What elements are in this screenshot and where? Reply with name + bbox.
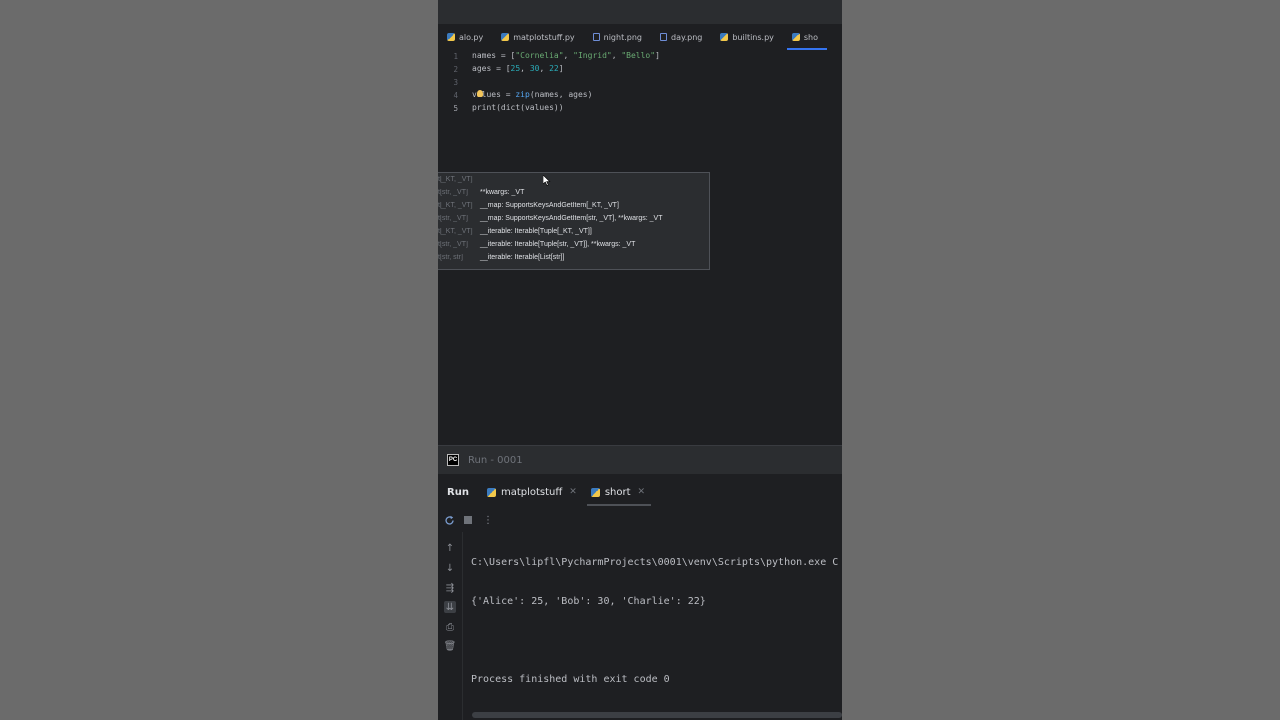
python-file-icon <box>447 33 455 41</box>
tab-label: builtins.py <box>732 32 774 42</box>
run-tab-matplotstuff[interactable]: matplotstuff ✕ <box>486 478 577 506</box>
code-line-5: print(dict(values)) <box>472 103 564 112</box>
rerun-icon[interactable] <box>443 514 455 526</box>
popup-row: t[_KT, _VT] __map: SupportsKeysAndGetItem… <box>438 202 619 209</box>
run-tab-bar: Run matplotstuff ✕ short ✕ <box>438 478 842 506</box>
image-file-icon <box>660 33 667 41</box>
console-line: Process finished with exit code 0 <box>471 674 670 685</box>
run-tool-window-header: PC Run - 0001 <box>438 445 842 474</box>
code-line-4: values = zip(names, ages) <box>472 90 593 99</box>
more-options-icon[interactable]: ⋮ <box>483 515 493 526</box>
popup-row: t[_KT, _VT] <box>438 176 473 183</box>
close-icon[interactable]: ✕ <box>638 487 646 497</box>
console-line: C:\Users\lipfl\PycharmProjects\0001\venv… <box>471 557 839 568</box>
console-output[interactable]: C:\Users\lipfl\PycharmProjects\0001\venv… <box>471 535 838 713</box>
popup-row: t[str, _VT] __map: SupportsKeysAndGetItem… <box>438 215 663 222</box>
stop-icon[interactable] <box>463 515 473 525</box>
scroll-to-end-icon[interactable]: ⇊ <box>444 601 456 613</box>
editor-tab-bar: alo.py matplotstuff.py night.png day.png… <box>438 24 842 51</box>
line-number: 4 <box>453 91 458 100</box>
title-bar <box>438 0 842 24</box>
popup-row: t[str, _VT] __iterable: Iterable[Tuple[st… <box>438 241 636 248</box>
popup-row: t[str, _VT] **kwargs: _VT <box>438 189 525 196</box>
run-label: Run <box>447 486 469 498</box>
python-file-icon <box>720 33 729 41</box>
tab-night[interactable]: night.png <box>584 24 651 50</box>
tab-alo[interactable]: alo.py <box>438 24 492 50</box>
tab-label: alo.py <box>459 32 484 42</box>
tab-label: sho <box>803 32 819 42</box>
soft-wrap-icon[interactable]: ⇶ <box>444 582 456 594</box>
tab-short[interactable]: sho <box>783 24 828 50</box>
pycharm-logo-icon: PC <box>447 454 459 466</box>
python-file-icon <box>486 487 496 497</box>
tab-label: matplotstuff.py <box>513 32 575 42</box>
tab-label: night.png <box>603 32 642 42</box>
tab-day[interactable]: day.png <box>651 24 711 50</box>
popup-row: t[_KT, _VT] __iterable: Iterable[Tuple[_K… <box>438 228 592 235</box>
trash-icon[interactable]: 🗑 <box>444 640 457 652</box>
code-line-2: ages = [25, 30, 22] <box>472 64 564 73</box>
run-tab-label: short <box>604 486 631 498</box>
tab-matplotstuff[interactable]: matplotstuff.py <box>492 24 583 50</box>
run-window-title: Run - 0001 <box>468 454 523 466</box>
tab-label: day.png <box>671 32 703 42</box>
run-side-toolbar: ↑ ↓ ⇶ ⇊ ⎙ 🗑 <box>438 532 463 720</box>
parameter-info-popup: t[_KT, _VT] t[str, _VT] **kwargs: _VT t[_… <box>438 172 710 270</box>
popup-row: t[str, str] __iterable: Iterable[List[str… <box>438 254 565 261</box>
horizontal-scrollbar[interactable] <box>472 712 842 718</box>
arrow-down-icon[interactable]: ↓ <box>444 562 456 574</box>
arrow-up-icon[interactable]: ↑ <box>444 542 456 554</box>
lightbulb-icon[interactable] <box>477 90 483 97</box>
line-number: 3 <box>453 78 458 87</box>
pycharm-window: alo.py matplotstuff.py night.png day.png… <box>438 0 842 720</box>
line-number: 2 <box>453 65 458 74</box>
run-tab-label: matplotstuff <box>500 486 563 498</box>
python-file-icon <box>590 487 600 497</box>
run-toolbar: ⋮ <box>438 510 842 530</box>
print-icon[interactable]: ⎙ <box>444 621 456 633</box>
line-number: 5 <box>453 104 458 113</box>
close-icon[interactable]: ✕ <box>569 487 577 497</box>
python-file-icon <box>791 33 800 41</box>
image-file-icon <box>592 33 600 41</box>
code-line-1: names = ["Cornelia", "Ingrid", "Bello"] <box>472 51 660 60</box>
run-tab-short[interactable]: short ✕ <box>586 478 652 506</box>
line-number: 1 <box>453 52 458 61</box>
code-editor[interactable]: 1 2 3 4 5 names = ["Cornelia", "Ingrid",… <box>438 50 842 445</box>
python-file-icon <box>501 33 510 41</box>
console-line: {'Alice': 25, 'Bob': 30, 'Charlie': 22} <box>471 596 706 607</box>
tab-builtins[interactable]: builtins.py <box>711 24 783 50</box>
